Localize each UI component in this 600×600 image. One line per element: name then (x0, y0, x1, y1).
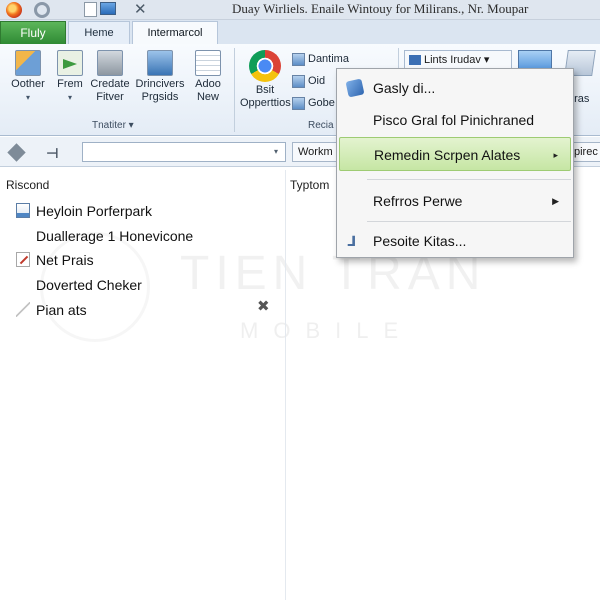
frem-label: Frem (57, 78, 83, 90)
frem-button[interactable]: Frem ▾ (48, 50, 92, 104)
list-item[interactable]: Heyloin Porferpark (16, 200, 152, 222)
refresh-icon[interactable] (34, 2, 50, 18)
chrome-button[interactable]: Bsit Opperttios (240, 50, 291, 110)
window-title: Duay Wirliels. Enaile Wintouy for Milira… (232, 1, 529, 16)
adoo-label: Adoo New (195, 78, 221, 103)
oid-label: Oid (308, 75, 326, 87)
tab-home[interactable]: Heme (68, 21, 130, 44)
close-tab-icon[interactable]: ✕ (134, 0, 147, 20)
list-item[interactable]: Doverted Cheker (36, 274, 142, 296)
menu-item-gasly[interactable]: Gasly di... (339, 71, 571, 105)
firefox-icon[interactable] (6, 2, 22, 18)
credate-fitver-button[interactable]: Credate Fitver (88, 50, 132, 104)
submenu-arrow-icon: ▶ (552, 196, 559, 206)
gobe-button[interactable]: Gobe (292, 94, 335, 114)
list-item-label: Duallerage 1 Honevicone (36, 228, 194, 244)
window-icon (195, 50, 221, 76)
menu-item-label: Pisco Gral fol Pinichraned (373, 112, 535, 128)
right-nav-button[interactable]: pirec (570, 142, 600, 162)
drincivers-label: Drincivers Prgsids (135, 78, 185, 103)
chevron-down-icon[interactable]: ▾ (269, 145, 283, 159)
arrow-right-icon (57, 50, 83, 76)
monitor-icon[interactable] (100, 2, 116, 15)
menu-item-label: Remedin Scrpen Alates (374, 147, 521, 163)
menu-item-remedin[interactable]: Remedin Scrpen Alates ▸ (339, 137, 571, 171)
list-item-label: Doverted Cheker (36, 277, 142, 293)
gobe-label: Gobe (308, 97, 335, 109)
menu-item-refrros[interactable]: Refrros Perwe ▶ (339, 184, 571, 218)
tab-file[interactable]: Fluly (0, 21, 66, 44)
menu-item-label: Gasly di... (373, 80, 436, 96)
list-item-label: Net Prais (36, 252, 94, 268)
gasly-icon (345, 78, 365, 98)
chevron-down-icon: ▾ (25, 93, 30, 102)
list-item[interactable]: Pian ats (16, 299, 87, 321)
column-header-riscond[interactable]: Riscond (6, 178, 49, 192)
oother-button[interactable]: Oother ▾ (6, 50, 50, 104)
submenu-arrow-icon: ▸ (553, 150, 558, 160)
bottle-icon (97, 50, 123, 76)
chrome-icon (249, 50, 281, 82)
feather-icon (16, 302, 30, 317)
list-item[interactable]: Duallerage 1 Honevicone (36, 225, 193, 247)
document-icon (16, 203, 30, 218)
list-item-label: Pian ats (36, 302, 87, 318)
lints-icon (409, 55, 421, 66)
lints-label: Lints Irudav ▾ (424, 54, 490, 66)
new-document-icon[interactable] (84, 2, 97, 17)
title-bar: ✕ Duay Wirliels. Enaile Wintouy for Mili… (0, 0, 600, 20)
ribbon-tab-row: Fluly Heme Intermarcol (0, 20, 600, 44)
column-divider[interactable] (285, 170, 286, 600)
list-item-label: Heyloin Porferpark (36, 203, 152, 219)
credate-label: Credate Fitver (90, 78, 130, 103)
list-item[interactable]: Net Prais (16, 249, 94, 271)
tab-intermarcol[interactable]: Intermarcol (132, 21, 218, 44)
back-icon[interactable] (7, 143, 26, 162)
watermark-subtitle: MOBILE (240, 318, 414, 343)
ribbon-group-label[interactable]: Tnatiter ▾ (92, 120, 134, 131)
ribbon-group-label-2: Recia (308, 120, 334, 131)
menu-item-label: Pesoite Kitas... (373, 233, 467, 249)
pin-icon: ⅃ (347, 233, 356, 249)
workm-button[interactable]: Workm (292, 142, 340, 162)
oother-label: Oother (11, 78, 45, 90)
chevron-down-icon: ▾ (67, 93, 72, 102)
collapse-icon[interactable]: ⊣ (46, 146, 59, 160)
dantima-label: Dantima (308, 53, 349, 65)
menu-item-pesoite[interactable]: ⅃ Pesoite Kitas... (339, 224, 571, 258)
lints-dropdown[interactable]: Lints Irudav ▾ (404, 50, 512, 70)
printer-icon (147, 50, 173, 76)
oother-icon (15, 50, 41, 76)
oid-icon (292, 74, 305, 88)
oid-button[interactable]: Oid (292, 72, 325, 92)
drincivers-button[interactable]: Drincivers Prgsids (134, 50, 186, 104)
dantima-icon (292, 52, 305, 66)
close-icon[interactable]: ✖ (257, 298, 270, 316)
menu-separator (367, 221, 571, 222)
gobe-icon (292, 96, 305, 110)
ribbon-group-divider (234, 48, 235, 132)
chrome-label: Bsit Opperttios (240, 84, 291, 109)
context-menu: Gasly di... Pisco Gral fol Pinichraned R… (336, 68, 574, 258)
menu-item-label: Refrros Perwe (373, 193, 463, 209)
address-input[interactable]: ▾ (82, 142, 286, 162)
pen-icon (16, 252, 30, 267)
adoo-new-button[interactable]: Adoo New (186, 50, 230, 104)
menu-separator (367, 179, 571, 180)
menu-item-pisco[interactable]: Pisco Gral fol Pinichraned (339, 103, 571, 137)
column-header-typtom[interactable]: Typtom (290, 178, 329, 192)
dantima-button[interactable]: Dantima (292, 50, 349, 70)
